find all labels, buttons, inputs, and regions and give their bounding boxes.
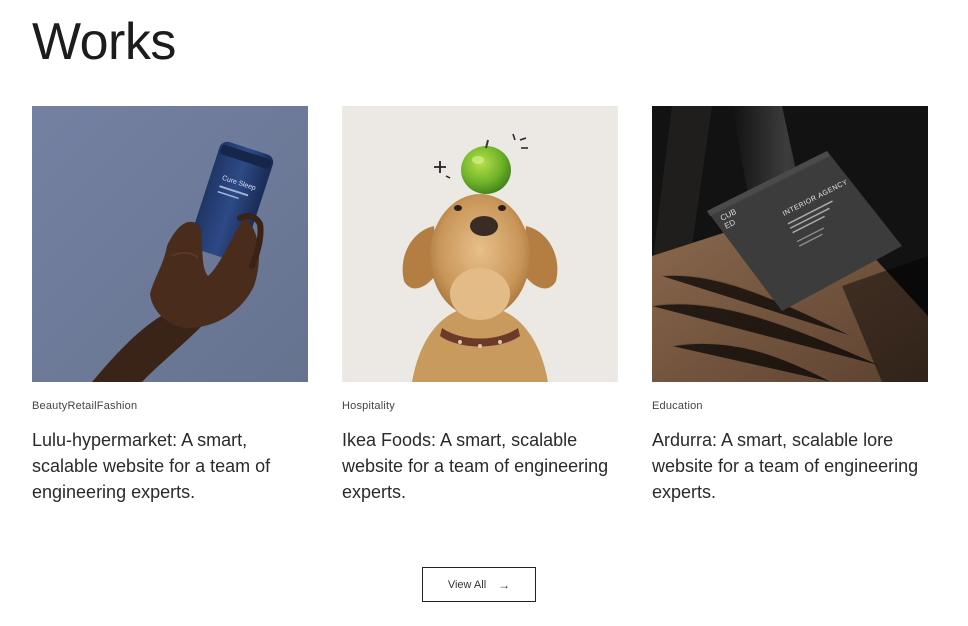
work-category-tag[interactable]: BeautyRetailFashion [32, 399, 308, 413]
work-thumbnail-ikea[interactable] [342, 106, 618, 382]
work-card-lulu[interactable]: Cure Sleep BeautyRetailFashion Lulu-hype… [32, 106, 308, 505]
work-title-link[interactable]: Ikea Foods: A smart, scalable website fo… [342, 427, 618, 505]
work-thumbnail-lulu[interactable]: Cure Sleep [32, 106, 308, 382]
work-title-link[interactable]: Lulu-hypermarket: A smart, scalable webs… [32, 427, 308, 505]
view-all-label: View All [447, 578, 487, 591]
work-category-tag[interactable]: Hospitality [342, 399, 618, 413]
work-category-tag[interactable]: Education [652, 399, 928, 413]
hand-holding-jar-photo: Cure Sleep [32, 106, 308, 382]
work-title-link[interactable]: Ardurra: A smart, scalable lore website … [652, 427, 928, 505]
dog-with-apple-photo [342, 106, 618, 382]
work-card-ikea[interactable]: Hospitality Ikea Foods: A smart, scalabl… [342, 106, 618, 505]
business-card-on-wood-photo: CUB ED INTERIOR AGENCY [652, 106, 928, 382]
view-all-button[interactable]: View All → [422, 567, 536, 602]
work-card-ardurra[interactable]: CUB ED INTERIOR AGENCY Education Ardurra… [652, 106, 928, 505]
work-thumbnail-ardurra[interactable]: CUB ED INTERIOR AGENCY [652, 106, 928, 382]
arrow-right-icon: → [498, 577, 511, 592]
page-title: Works [32, 13, 176, 71]
